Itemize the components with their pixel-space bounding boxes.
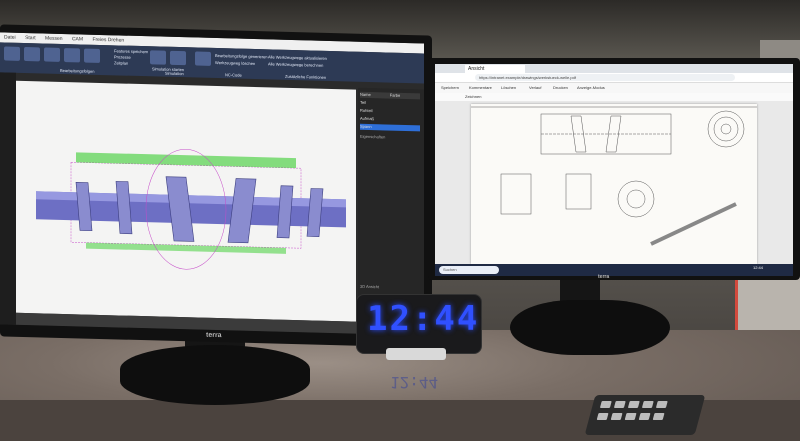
menu-item[interactable]: Datei [4, 34, 16, 40]
ribbon-group-label: Simulation [165, 70, 184, 77]
green-toolpath [76, 152, 296, 169]
menu-item[interactable]: Freies Drehen [92, 37, 124, 44]
menu-item[interactable]: Messen [45, 36, 63, 42]
browser-tab-strip: Ansicht [435, 64, 793, 73]
key[interactable] [624, 413, 637, 420]
key[interactable] [610, 413, 623, 420]
monitor-stand-base-left [120, 345, 310, 405]
ribbon-button[interactable] [44, 47, 60, 62]
browser-screen: Ansicht https://intranet.example/drawing… [435, 64, 793, 276]
tree-row[interactable]: Teil [360, 100, 420, 108]
cad-3d-viewport[interactable] [16, 80, 356, 322]
browser-tab[interactable]: Ansicht [465, 65, 525, 73]
monitor-brand-logo: terra [598, 274, 610, 280]
taskbar-search[interactable]: Suchen [439, 266, 499, 274]
clock-stand [386, 348, 446, 360]
pdf-viewer[interactable] [435, 101, 793, 264]
digital-alarm-clock: 12:44 [356, 294, 482, 354]
ribbon-label[interactable]: Bearbeitungsfolge generieren [215, 53, 267, 59]
key[interactable] [638, 413, 651, 420]
ribbon-label[interactable]: Alle Werkzeugwege berechnen [268, 61, 323, 67]
key[interactable] [641, 401, 654, 408]
ribbon-label[interactable]: Features speichern [114, 48, 148, 54]
tree-row[interactable]: Aufmaß [360, 116, 420, 124]
cad-application-screen: Datei Start Messen CAM Freies Drehen Fea… [0, 32, 424, 336]
toolbar-item[interactable]: Verlauf [529, 85, 541, 90]
ribbon-label[interactable]: Zeitplan [114, 60, 128, 65]
browser-address-row: https://intranet.example/drawings/werkst… [435, 73, 793, 83]
windows-taskbar: Suchen 12:44 [435, 264, 793, 276]
toolpath-button[interactable] [170, 50, 186, 66]
ribbon-label[interactable]: Alle Werkzeugwege aktualisieren [268, 54, 327, 61]
simulation-button[interactable] [150, 50, 166, 65]
key[interactable] [596, 413, 609, 420]
toolbar-item[interactable]: Speichern [441, 85, 459, 90]
key[interactable] [599, 401, 612, 408]
key[interactable] [613, 401, 626, 408]
address-bar[interactable]: https://intranet.example/drawings/werkst… [475, 74, 735, 81]
key[interactable] [655, 401, 668, 408]
toolbar-item[interactable]: Kommentare [469, 85, 492, 90]
green-toolpath-lower [86, 242, 286, 254]
tree-row-selected[interactable]: Spann [360, 123, 420, 132]
monitor-right: Ansicht https://intranet.example/drawing… [428, 58, 800, 280]
toolbar-item[interactable]: Drucken [553, 85, 568, 90]
ribbon-group-label: NC-Code [225, 72, 242, 78]
tree-column-name: Name [360, 91, 371, 98]
keyboard[interactable] [584, 395, 706, 435]
ribbon-button[interactable] [84, 48, 100, 63]
monitor-brand-logo: terra [206, 331, 222, 340]
tree-column-color: Farbe [389, 92, 401, 98]
postprocessor-button[interactable] [195, 51, 211, 66]
technical-drawing-page [471, 104, 757, 264]
menu-item[interactable]: Start [25, 35, 36, 41]
cad-side-panel [0, 72, 16, 325]
tree-header: Name Farbe [360, 91, 420, 100]
key[interactable] [652, 413, 665, 420]
panel-footer: 3D Ansicht [360, 283, 380, 290]
ribbon-button[interactable] [4, 46, 20, 61]
clock-display: 12:44 [367, 299, 480, 339]
technical-drawing [471, 106, 757, 246]
ribbon-label[interactable]: Werkzeugweg löschen [215, 60, 255, 66]
taskbar-clock: 12:44 [753, 265, 764, 270]
ribbon-label[interactable]: Prozesse [114, 54, 131, 59]
tree-row[interactable]: Rohteil [360, 108, 420, 116]
toolbar-item[interactable]: Anzeige-Modus [577, 85, 605, 90]
pdf-draw-button[interactable]: Zeichnen [465, 94, 481, 99]
page-toolbar: Speichern Kommentare Löschen Verlauf Dru… [435, 83, 793, 93]
menu-item[interactable]: CAM [72, 36, 83, 42]
panel-title: Eigenschaften [360, 133, 386, 140]
ribbon-group-label: Bearbeitungsfolgen [60, 67, 95, 74]
ribbon-button[interactable] [64, 48, 80, 63]
monitor-stand-base-right [510, 300, 670, 355]
ribbon-group-label: Zusätzliche Funktionen [285, 73, 327, 80]
ribbon-button[interactable] [24, 46, 40, 62]
clock-reflection: 12:44 [390, 373, 439, 392]
key[interactable] [627, 401, 640, 408]
toolbar-item[interactable]: Löschen [501, 85, 516, 90]
shaft-model [36, 148, 346, 270]
